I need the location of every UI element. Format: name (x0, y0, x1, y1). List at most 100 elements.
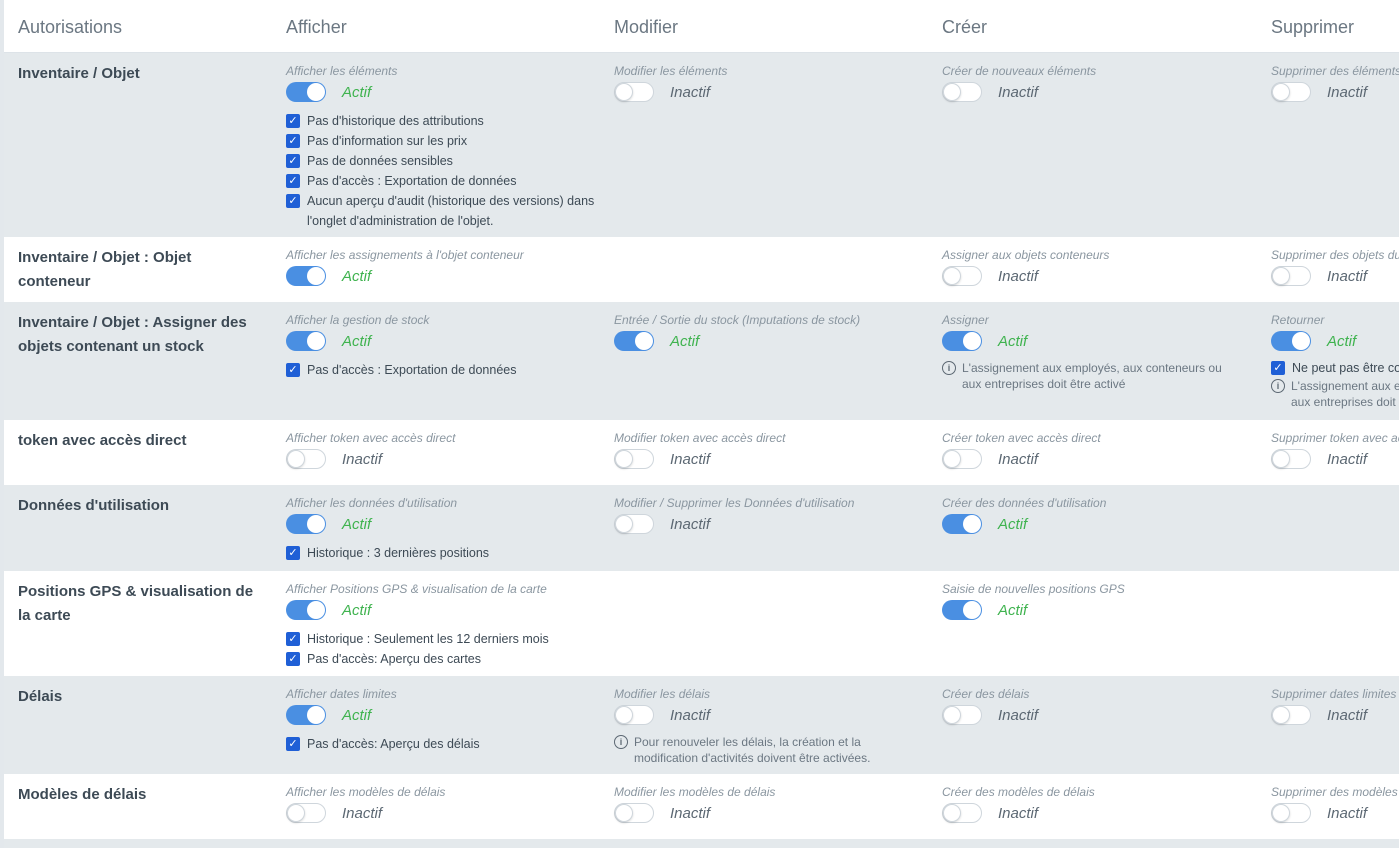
row-title: Positions GPS & visualisation de la cart… (18, 583, 254, 624)
create-permission: Assigner Actif i L'assignement aux employ… (942, 313, 1224, 392)
permission-label: Modifier / Supprimer les Données d'utili… (614, 496, 855, 510)
status-text: Inactif (670, 804, 711, 822)
permission-label: Afficher les modèles de délais (286, 785, 446, 799)
checkbox[interactable]: ✓ (286, 174, 300, 188)
view-toggle[interactable] (286, 600, 326, 620)
edit-permission: Modifier / Supprimer les Données d'utili… (614, 496, 854, 535)
status-text: Inactif (998, 804, 1039, 822)
permission-row-usage-data: Données d'utilisation Afficher les donné… (4, 485, 1399, 571)
permission-row-partial (4, 839, 1399, 848)
restrictions-list: ✓ Historique : Seulement les 12 derniers … (286, 629, 597, 669)
permission-label: Créer token avec accès direct (942, 431, 1101, 445)
permission-label: Assigner aux objets conteneurs (942, 248, 1110, 262)
checkbox[interactable]: ✓ (286, 154, 300, 168)
permission-row-deadlines: Délais Afficher dates limites Actif ✓ Pas… (4, 676, 1399, 774)
create-toggle[interactable] (942, 803, 982, 823)
view-toggle[interactable] (286, 266, 326, 286)
delete-permission: Retourner Actif ✓ Ne peut pas être con iL… (1271, 313, 1399, 410)
edit-permission: Modifier les délais Inactif i Pour renouv… (614, 687, 884, 766)
status-text: Actif (998, 515, 1028, 533)
row-title: Données d'utilisation (18, 497, 170, 514)
permission-label: Saisie de nouvelles positions GPS (942, 582, 1125, 596)
delete-toggle[interactable] (1271, 266, 1311, 286)
status-text: Actif (670, 332, 700, 350)
view-toggle[interactable] (286, 331, 326, 351)
checkbox[interactable]: ✓ (286, 632, 300, 646)
permission-label: Créer de nouveaux éléments (942, 64, 1097, 78)
create-toggle[interactable] (942, 266, 982, 286)
create-toggle[interactable] (942, 331, 982, 351)
edit-toggle[interactable] (614, 514, 654, 534)
edit-toggle[interactable] (614, 705, 654, 725)
status-text: Inactif (670, 706, 711, 724)
permission-label: Supprimer des objets du (1271, 248, 1399, 262)
permission-row-gps: Positions GPS & visualisation de la cart… (4, 571, 1399, 676)
create-permission: Créer de nouveaux éléments Inactif (942, 64, 1096, 103)
status-text: Actif (342, 601, 372, 619)
delete-toggle[interactable] (1271, 705, 1311, 725)
permission-label: Afficher la gestion de stock (286, 313, 430, 327)
view-toggle[interactable] (286, 803, 326, 823)
view-permission: Afficher les modèles de délais Inactif (286, 785, 445, 824)
header-create: Créer (942, 17, 988, 37)
checkbox[interactable]: ✓ (286, 652, 300, 666)
create-toggle[interactable] (942, 82, 982, 102)
check-icon: ✓ (1273, 362, 1283, 374)
edit-permission: Modifier les éléments Inactif (614, 64, 727, 103)
info-note: i Pour renouveler les délais, la création… (614, 734, 884, 766)
permission-row-inventory: Inventaire / Objet Afficher les éléments… (4, 53, 1399, 237)
row-title: Délais (18, 688, 63, 705)
row-title: token avec accès direct (18, 432, 187, 449)
permission-label: Supprimer des éléments (1271, 64, 1399, 78)
view-toggle[interactable] (286, 82, 326, 102)
header-view: Afficher (286, 17, 347, 37)
status-text: Inactif (670, 83, 711, 101)
edit-toggle[interactable] (614, 82, 654, 102)
edit-toggle[interactable] (614, 803, 654, 823)
create-toggle[interactable] (942, 514, 982, 534)
checkbox[interactable]: ✓ (286, 114, 300, 128)
create-toggle[interactable] (942, 705, 982, 725)
delete-toggle[interactable] (1271, 803, 1311, 823)
checkbox[interactable]: ✓ (286, 737, 300, 751)
row-title: Inventaire / Objet : Objet conteneur (18, 249, 192, 290)
view-toggle[interactable] (286, 705, 326, 725)
delete-permission: Supprimer des éléments Inactif (1271, 64, 1399, 103)
delete-permission: Supprimer des modèles d Inactif (1271, 785, 1399, 824)
checkbox[interactable]: ✓ (286, 134, 300, 148)
delete-permission: Supprimer dates limites Inactif (1271, 687, 1396, 726)
restrictions-list: ✓ Pas d'historique des attributions ✓ Pas … (286, 111, 597, 231)
permission-label: Modifier token avec accès direct (614, 431, 786, 445)
create-permission: Créer des modèles de délais Inactif (942, 785, 1095, 824)
checkbox[interactable]: ✓ (1271, 361, 1285, 375)
row-title: Inventaire / Objet : Assigner des objets… (18, 314, 247, 355)
create-toggle[interactable] (942, 449, 982, 469)
status-text: Actif (1327, 332, 1357, 350)
check-icon: ✓ (288, 115, 298, 127)
status-text: Inactif (998, 706, 1039, 724)
permission-label: Supprimer des modèles d (1271, 785, 1399, 799)
view-toggle[interactable] (286, 449, 326, 469)
create-toggle[interactable] (942, 600, 982, 620)
restrictions-list: ✓ Pas d'accès : Exportation de données (286, 360, 597, 380)
status-text: Inactif (1327, 706, 1368, 724)
checkbox[interactable]: ✓ (286, 546, 300, 560)
delete-toggle[interactable] (1271, 331, 1311, 351)
restrictions-list: ✓ Pas d'accès: Aperçu des délais (286, 734, 597, 754)
checkbox[interactable]: ✓ (286, 194, 300, 208)
view-toggle[interactable] (286, 514, 326, 534)
delete-toggle[interactable] (1271, 82, 1311, 102)
edit-toggle[interactable] (614, 331, 654, 351)
checkbox[interactable]: ✓ (286, 363, 300, 377)
edit-toggle[interactable] (614, 449, 654, 469)
delete-toggle[interactable] (1271, 449, 1311, 469)
status-text: Inactif (1327, 83, 1368, 101)
permission-label: Entrée / Sortie du stock (Imputations de… (614, 313, 861, 327)
restriction-item: ✓ Pas d'information sur les prix (286, 131, 597, 151)
check-icon: ✓ (288, 135, 298, 147)
permission-label: Créer des données d'utilisation (942, 496, 1107, 510)
restriction-item: ✓ Aucun aperçu d'audit (historique des ve… (286, 191, 597, 231)
restrictions-list: ✓ Historique : 3 dernières positions (286, 543, 597, 563)
status-text: Inactif (342, 804, 383, 822)
view-permission: Afficher la gestion de stock Actif ✓ Pas … (286, 313, 597, 380)
